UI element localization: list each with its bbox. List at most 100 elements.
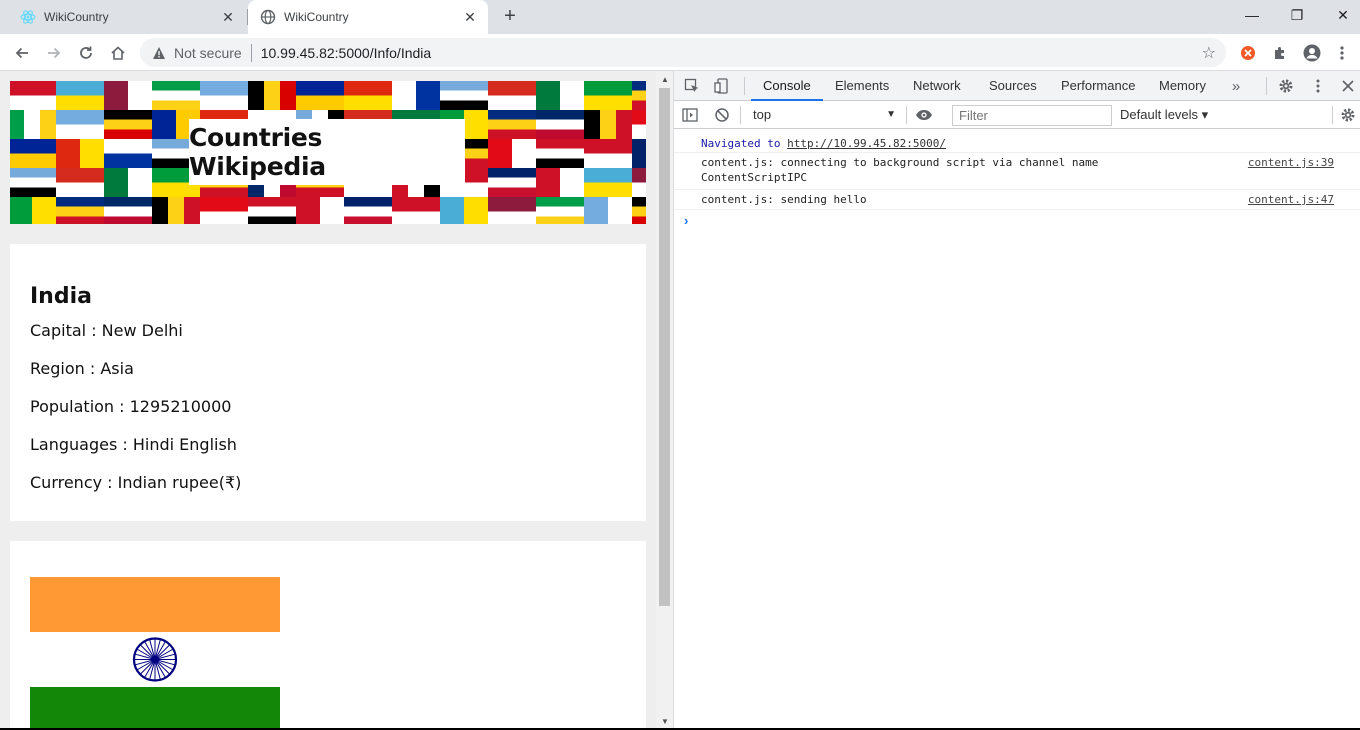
divider xyxy=(250,43,252,62)
tab-wikicountry-2[interactable]: WikiCountry ✕ xyxy=(248,0,488,34)
india-flag-image xyxy=(30,577,280,730)
back-arrow-icon xyxy=(15,47,28,59)
flag-tile xyxy=(104,139,152,168)
message-prefix: Navigated to xyxy=(701,137,788,150)
forward-button[interactable] xyxy=(40,39,68,67)
show-sidebar-icon[interactable] xyxy=(680,105,700,125)
warning-icon xyxy=(153,46,165,59)
close-devtools-icon[interactable] xyxy=(1338,76,1358,96)
navigated-link[interactable]: http://10.99.45.82:5000/ xyxy=(787,137,946,150)
divider xyxy=(1266,77,1267,95)
ashoka-chakra xyxy=(132,637,178,682)
region-line: Region : Asia xyxy=(30,359,134,378)
flag-tile xyxy=(536,197,584,224)
flag-tile xyxy=(488,168,536,197)
capital-line: Capital : New Delhi xyxy=(30,321,183,340)
flag-tile xyxy=(584,110,632,139)
minimize-button[interactable]: — xyxy=(1229,0,1275,30)
reload-button[interactable] xyxy=(72,39,100,67)
device-toolbar-icon[interactable] xyxy=(712,76,732,96)
address-bar[interactable]: Not secure 10.99.45.82:5000/Info/India ☆ xyxy=(140,38,1226,67)
country-info-card: India Capital : New Delhi Region : Asia … xyxy=(10,244,646,521)
url-text[interactable]: 10.99.45.82:5000/Info/India xyxy=(261,45,431,61)
close-tab-icon[interactable]: ✕ xyxy=(462,9,478,25)
tab-title: WikiCountry xyxy=(284,10,349,24)
dropdown-arrow-icon: ▼ xyxy=(886,109,896,120)
flag-tile xyxy=(56,110,104,139)
console-message: content.js: sending hello content.js:47 xyxy=(674,190,1360,210)
flag-tile xyxy=(440,81,488,110)
tab-performance[interactable]: Performance xyxy=(1049,71,1147,101)
flag-tile xyxy=(56,139,104,168)
tab-memory[interactable]: Memory xyxy=(1147,71,1218,101)
scroll-up-arrow-icon[interactable]: ▲ xyxy=(661,75,669,84)
flag-tile xyxy=(632,168,646,197)
console-filter-input[interactable]: Filter xyxy=(952,105,1112,126)
extensions-button[interactable] xyxy=(1266,39,1294,67)
close-window-button[interactable]: ✕ xyxy=(1320,0,1360,30)
flag-tile xyxy=(10,197,56,224)
settings-gear-icon[interactable] xyxy=(1276,76,1296,96)
live-expression-eye-icon[interactable] xyxy=(914,105,934,125)
flag-tile xyxy=(344,197,392,224)
flag-tile xyxy=(56,197,104,224)
console-settings-gear-icon[interactable] xyxy=(1338,105,1358,125)
context-select[interactable]: top ▼ xyxy=(748,105,900,125)
devtools-menu-icon[interactable] xyxy=(1308,76,1328,96)
divider xyxy=(744,77,745,95)
restore-button[interactable]: ❐ xyxy=(1274,0,1320,30)
scroll-down-arrow-icon[interactable]: ▼ xyxy=(661,717,669,726)
flag-tile xyxy=(536,110,584,139)
flag-tile xyxy=(584,168,632,197)
flag-tile xyxy=(632,139,646,168)
security-label[interactable]: Not secure xyxy=(174,45,242,61)
bookmark-star-icon[interactable]: ☆ xyxy=(1202,43,1216,63)
flag-tile xyxy=(10,168,56,197)
flag-tile xyxy=(632,197,646,224)
message-line: ContentScriptIPC xyxy=(701,171,807,184)
new-tab-button[interactable]: + xyxy=(499,5,521,27)
extension-button[interactable] xyxy=(1234,39,1262,67)
languages-line: Languages : Hindi English xyxy=(30,435,237,454)
clear-console-icon[interactable] xyxy=(712,105,732,125)
divider xyxy=(740,106,741,124)
tab-sources[interactable]: Sources xyxy=(977,71,1049,101)
scroll-thumb[interactable] xyxy=(659,88,670,606)
back-button[interactable] xyxy=(8,39,36,67)
tab-elements[interactable]: Elements xyxy=(823,71,901,101)
flags-banner: Countries Wikipedia xyxy=(10,81,646,224)
flag-tile xyxy=(536,81,584,110)
flag-tile xyxy=(440,197,488,224)
banner-title-box: Countries Wikipedia xyxy=(189,119,465,185)
tab-network[interactable]: Network xyxy=(901,71,973,101)
divider xyxy=(1332,106,1333,124)
menu-button[interactable] xyxy=(1328,39,1356,67)
log-levels-dropdown[interactable]: Default levels ▾ xyxy=(1120,105,1208,125)
message-text: Navigated to http://10.99.45.82:5000/ xyxy=(701,137,946,150)
currency-line: Currency : Indian rupee(₹) xyxy=(30,473,242,492)
tab-wikicountry-1[interactable]: WikiCountry ✕ xyxy=(8,0,248,34)
console-prompt-icon[interactable]: › xyxy=(684,213,688,228)
more-tabs-icon[interactable]: » xyxy=(1226,76,1246,96)
home-button[interactable] xyxy=(104,39,132,67)
reload-icon xyxy=(80,46,92,59)
close-tab-icon[interactable]: ✕ xyxy=(220,9,236,25)
tab-strip: WikiCountry ✕ WikiCountry ✕ + — ❐ ✕ xyxy=(0,0,1360,34)
tab-console[interactable]: Console xyxy=(751,71,823,101)
population-line: Population : 1295210000 xyxy=(30,397,232,416)
flag-tile xyxy=(56,168,104,197)
flag-tile xyxy=(632,110,646,139)
source-link[interactable]: content.js:39 xyxy=(1248,156,1334,169)
source-link[interactable]: content.js:47 xyxy=(1248,193,1334,206)
flag-tile xyxy=(10,110,56,139)
flag-tile xyxy=(104,168,152,197)
profile-button[interactable] xyxy=(1298,39,1326,67)
inspect-element-icon[interactable] xyxy=(682,76,702,96)
puzzle-icon xyxy=(1275,47,1284,59)
globe-icon xyxy=(260,9,276,25)
page-scrollbar[interactable]: ▲ ▼ xyxy=(656,71,674,730)
console-toolbar: top ▼ Filter Default levels ▾ xyxy=(674,101,1360,129)
flag-tile xyxy=(200,81,248,110)
flag-tile xyxy=(10,139,56,168)
flag-tile xyxy=(152,81,200,110)
